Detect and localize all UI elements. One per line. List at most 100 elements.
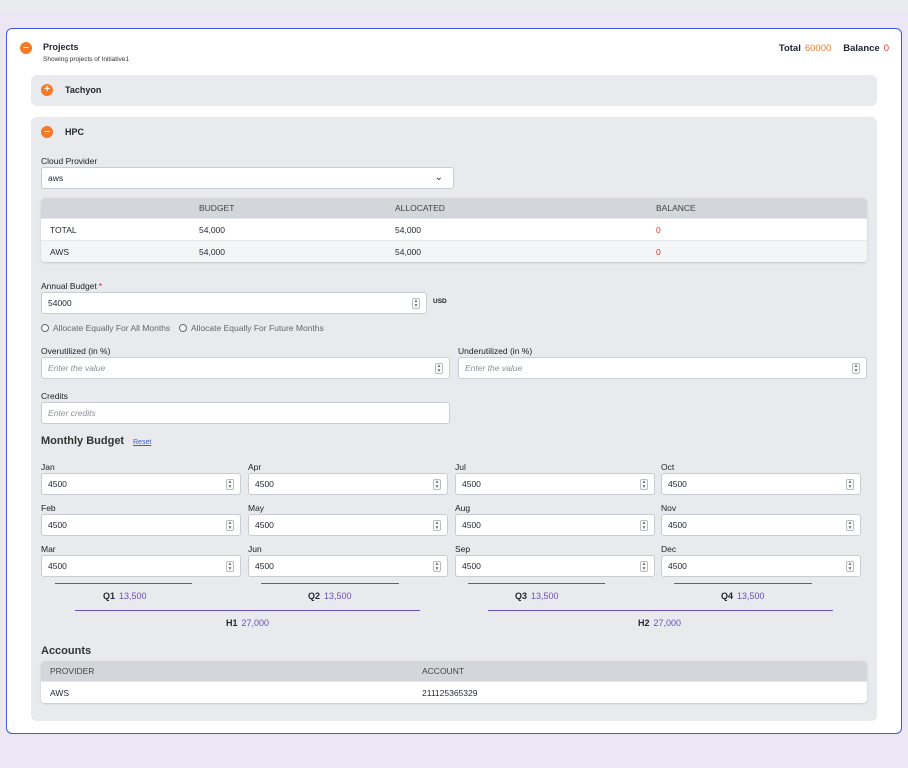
month-input-jan[interactable]: 4500 ▲ ▼ [41,473,241,495]
table-cell: 54,000 [395,224,421,235]
stepper-icon[interactable]: ▲ ▼ [846,520,854,531]
cloud-provider-label: Cloud Provider [41,156,98,166]
column-header: BALANCE [656,203,696,213]
table-cell: AWS [50,246,70,257]
month-input-nov[interactable]: 4500 ▲ ▼ [661,514,861,536]
month-value: 4500 [255,561,274,571]
month-label-jan: Jan [41,462,55,472]
month-input-feb[interactable]: 4500 ▲ ▼ [41,514,241,536]
tachyon-name: Tachyon [65,85,102,95]
projects-title: Projects [43,42,79,52]
quarter-value: 13,500 [119,591,147,601]
half-label: H1 [226,618,238,628]
month-input-jun[interactable]: 4500 ▲ ▼ [248,555,448,577]
half-value: 27,000 [653,618,682,628]
month-input-jul[interactable]: 4500 ▲ ▼ [455,473,655,495]
table-header: PROVIDER ACCOUNT [41,661,867,681]
stepper-icon[interactable]: ▲ ▼ [412,298,420,309]
month-input-apr[interactable]: 4500 ▲ ▼ [248,473,448,495]
table-cell: 54,000 [199,224,225,235]
reset-link[interactable]: Reset [133,439,151,446]
stepper-icon[interactable]: ▲ ▼ [226,520,234,531]
quarter-summary-q1: Q1 13,500 [103,591,147,601]
stepper-icon[interactable]: ▲ ▼ [433,479,441,490]
underutilized-input[interactable]: Enter the value ▲ ▼ [458,357,867,379]
month-input-mar[interactable]: 4500 ▲ ▼ [41,555,241,577]
quarter-value: 13,500 [531,591,559,601]
month-label-oct: Oct [661,462,675,472]
allocate-all-radio[interactable]: Allocate Equally For All Months [41,323,170,333]
stepper-icon[interactable]: ▲ ▼ [226,561,234,572]
stepper-icon[interactable]: ▲ ▼ [226,479,234,490]
month-input-aug[interactable]: 4500 ▲ ▼ [455,514,655,536]
collapse-icon[interactable]: – [20,42,32,54]
hpc-header[interactable]: – HPC [41,126,84,138]
month-input-dec[interactable]: 4500 ▲ ▼ [661,555,861,577]
accounts-table: PROVIDER ACCOUNT AWS 211125365329 [41,661,867,703]
month-label-feb: Feb [41,503,56,513]
stepper-icon[interactable]: ▲ ▼ [640,561,648,572]
quarter-summary-q3: Q3 13,500 [515,591,559,601]
stepper-icon[interactable]: ▲ ▼ [435,363,443,374]
totals-summary: Total 60000 Balance 0 [779,43,889,54]
currency-label: USD [433,298,447,305]
month-value: 4500 [668,479,687,489]
month-value: 4500 [462,479,481,489]
stepper-icon[interactable]: ▲ ▼ [846,561,854,572]
quarter-divider [261,583,399,584]
stepper-icon[interactable]: ▲ ▼ [846,479,854,490]
quarter-label: Q3 [515,591,528,601]
stepper-icon[interactable]: ▲ ▼ [852,363,860,374]
stepper-icon[interactable]: ▲ ▼ [433,561,441,572]
table-row: TOTAL 54,000 54,000 0 [41,218,867,240]
budget-summary-table: BUDGET ALLOCATED BALANCE TOTAL 54,000 54… [41,198,867,262]
stepper-icon[interactable]: ▲ ▼ [640,520,648,531]
quarter-value: 13,500 [737,591,765,601]
total-value: 60000 [804,43,832,54]
overutilized-placeholder: Enter the value [48,363,106,373]
month-label-aug: Aug [455,503,471,513]
top-strip [0,0,908,14]
month-input-oct[interactable]: 4500 ▲ ▼ [661,473,861,495]
half-divider [75,610,420,611]
projects-card: – Projects Showing projects of Initiativ… [6,28,902,734]
credits-input[interactable]: Enter credits [41,402,450,424]
annual-budget-input[interactable]: 54000 ▲ ▼ [41,292,427,314]
month-input-may[interactable]: 4500 ▲ ▼ [248,514,448,536]
month-value: 4500 [462,561,481,571]
tachyon-header[interactable]: + Tachyon [41,84,101,96]
half-divider [488,610,833,611]
table-cell: 0 [656,224,661,235]
month-value: 4500 [255,520,274,530]
table-cell: 0 [656,246,661,257]
allocate-future-radio[interactable]: Allocate Equally For Future Months [179,323,324,333]
collapse-icon[interactable]: – [41,126,53,138]
month-input-sep[interactable]: 4500 ▲ ▼ [455,555,655,577]
month-label-mar: Mar [41,544,56,554]
overutilized-input[interactable]: Enter the value ▲ ▼ [41,357,450,379]
expand-icon[interactable]: + [41,84,53,96]
quarter-label: Q1 [103,591,116,601]
cloud-provider-select[interactable]: aws ⌄ [41,167,454,189]
stepper-icon[interactable]: ▲ ▼ [640,479,648,490]
table-row: AWS 211125365329 [41,681,867,703]
allocate-future-label: Allocate Equally For Future Months [191,323,324,333]
half-summary-h1: H1 27,000 [226,618,269,628]
annual-budget-value: 54000 [48,298,72,308]
projects-subtitle: Showing projects of Initiative1 [43,56,129,63]
table-cell: 211125365329 [422,687,478,698]
table-cell: AWS [50,687,70,698]
project-section-hpc: – HPC Cloud Provider aws ⌄ BUDGET ALLOCA… [31,117,877,721]
column-header: ALLOCATED [395,203,445,213]
column-header: ACCOUNT [422,666,465,676]
overutilized-label: Overutilized (in %) [41,346,111,356]
table-cell: 54,000 [199,246,225,257]
quarter-divider [674,583,812,584]
month-value: 4500 [48,479,67,489]
balance-value: 0 [883,43,889,54]
half-summary-h2: H2 27,000 [638,618,681,628]
accounts-title: Accounts [41,645,92,657]
quarter-value: 13,500 [324,591,352,601]
half-value: 27,000 [241,618,270,628]
stepper-icon[interactable]: ▲ ▼ [433,520,441,531]
